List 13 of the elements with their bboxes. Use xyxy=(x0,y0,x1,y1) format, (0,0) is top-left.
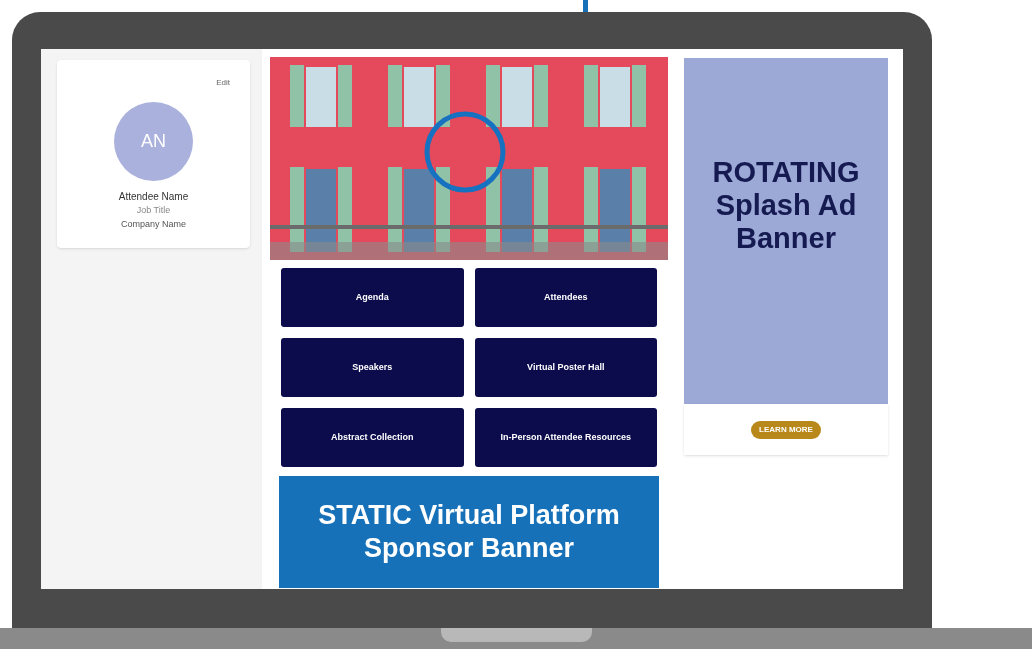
nav-button[interactable]: Abstract Collection xyxy=(281,408,464,467)
attendee-name: Attendee Name xyxy=(118,190,189,204)
nav-button[interactable]: Attendees xyxy=(474,268,657,327)
nav-button[interactable]: In-Person Attendee Resources xyxy=(474,408,657,467)
nav-button[interactable]: Speakers xyxy=(281,338,464,397)
company-name: Company Name xyxy=(121,217,186,231)
sponsor-banner-text: STATIC Virtual Platform Sponsor Banner xyxy=(318,499,620,565)
splash-ad-text: ROTATING Splash Ad Banner xyxy=(712,156,860,255)
edit-link[interactable]: Edit xyxy=(216,77,230,89)
job-title: Job Title xyxy=(136,204,171,217)
nav-button[interactable]: Agenda xyxy=(281,268,464,327)
avatar-initials: AN xyxy=(141,130,166,153)
nav-button[interactable]: Virtual Poster Hall xyxy=(474,338,657,397)
